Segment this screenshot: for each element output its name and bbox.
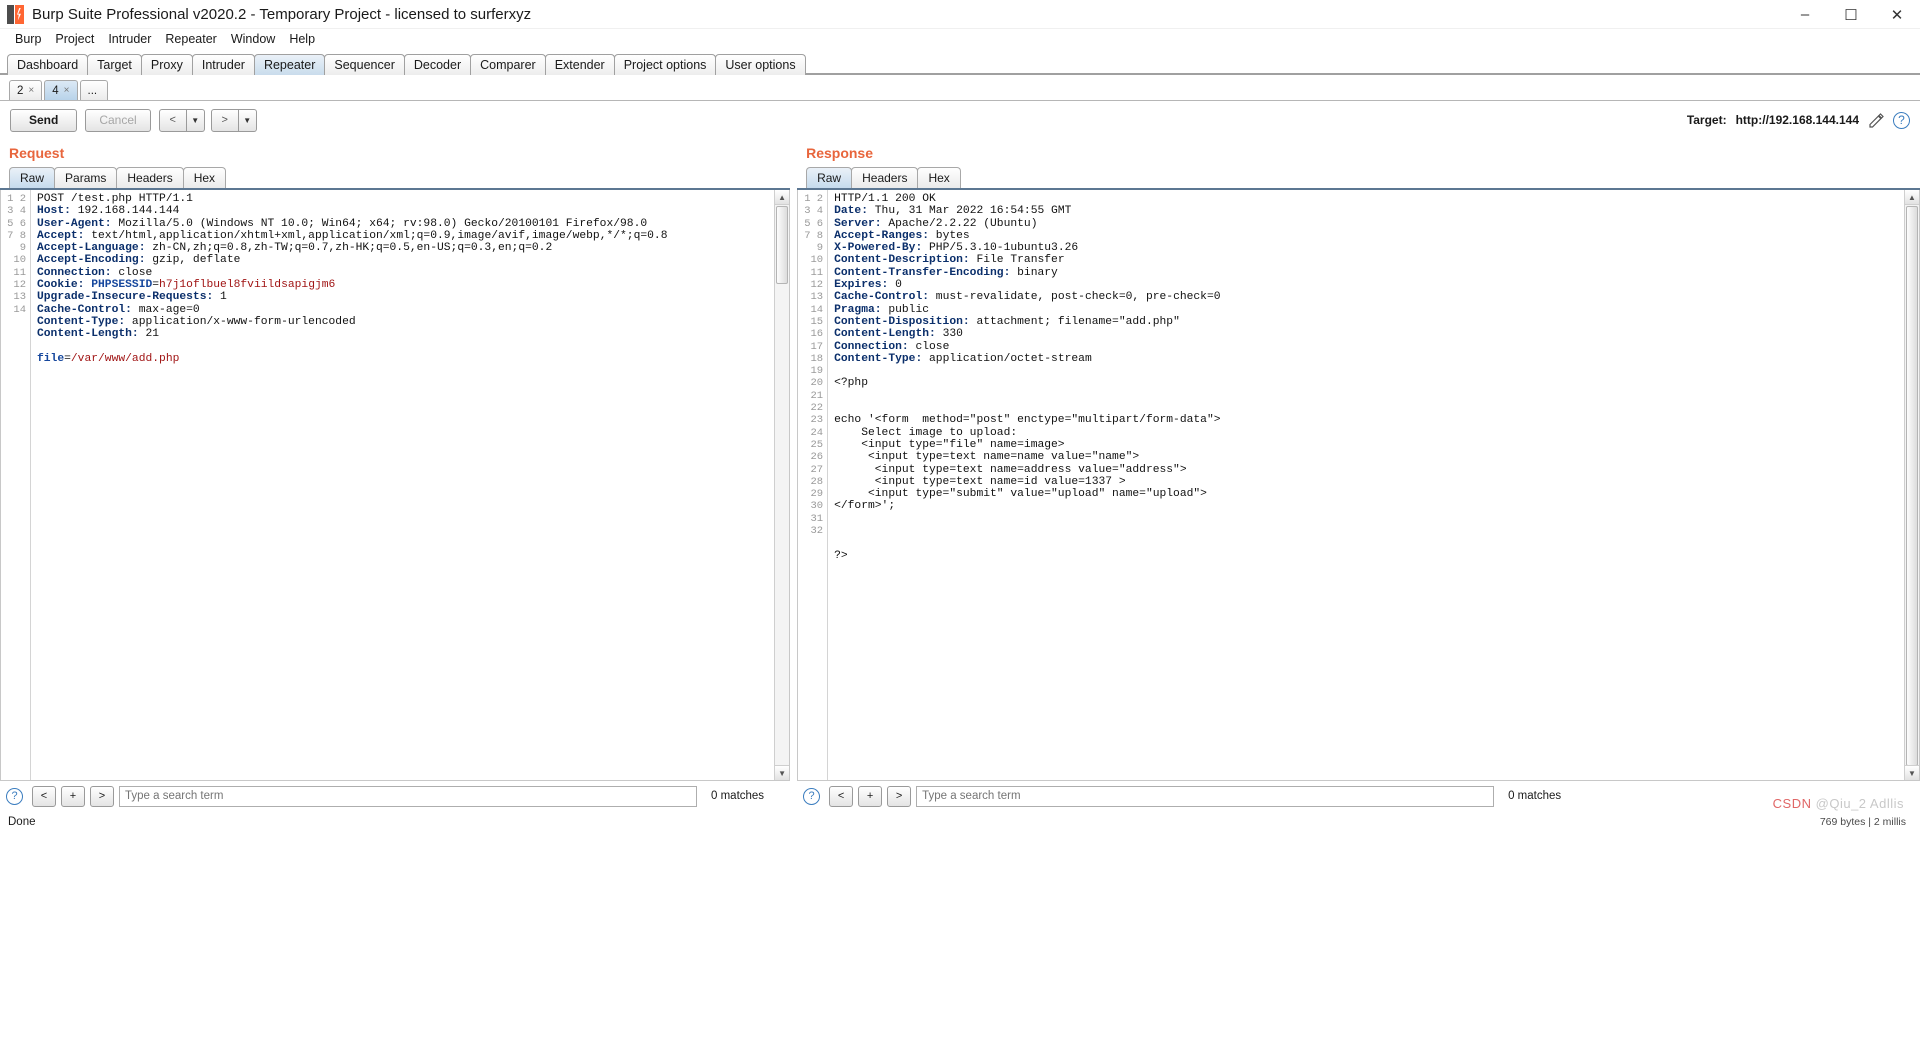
watermark-user: @Qiu_2 Adllis xyxy=(1815,796,1904,811)
menu-bar: Burp Project Intruder Repeater Window Help xyxy=(0,29,1920,50)
response-tab-headers[interactable]: Headers xyxy=(851,167,919,188)
response-tab-raw[interactable]: Raw xyxy=(806,167,853,188)
response-match-count: 0 matches xyxy=(1508,790,1562,802)
menu-item-project[interactable]: Project xyxy=(48,29,101,50)
bytes-indicator: 769 bytes | 2 millis xyxy=(1819,816,1906,828)
response-tab-bar: Raw Headers Hex xyxy=(797,166,1920,190)
tab-extender[interactable]: Extender xyxy=(544,54,615,75)
tab-repeater[interactable]: Repeater xyxy=(253,54,326,75)
history-forward-button[interactable]: > xyxy=(210,108,239,132)
request-line-numbers: 1 2 3 4 5 6 7 8 9 10 11 12 13 14 xyxy=(1,190,31,780)
scroll-up-icon-2[interactable]: ▲ xyxy=(1905,190,1919,205)
response-title: Response xyxy=(806,145,874,161)
repeater-tab-label: 4 xyxy=(52,84,59,97)
watermark-csdn: CSDN xyxy=(1772,796,1812,811)
window-controls: – ☐ ✕ xyxy=(1782,0,1920,29)
response-search-add-button[interactable]: + xyxy=(858,785,883,807)
tab-comparer[interactable]: Comparer xyxy=(470,54,546,75)
repeater-tab-label: 2 xyxy=(17,84,24,97)
tab-target[interactable]: Target xyxy=(87,54,142,75)
response-search-help-icon[interactable]: ? xyxy=(803,787,821,805)
request-tab-headers[interactable]: Headers xyxy=(116,167,184,188)
scroll-down-icon-2[interactable]: ▼ xyxy=(1905,765,1919,780)
repeater-tab-4[interactable]: 4 × xyxy=(44,80,78,100)
response-line-numbers: 1 2 3 4 5 6 7 8 9 10 11 12 13 14 15 16 1… xyxy=(798,190,829,780)
target-label: Target: xyxy=(1686,113,1727,127)
scroll-up-icon[interactable]: ▲ xyxy=(775,190,790,205)
close-icon[interactable]: × xyxy=(28,85,34,96)
request-search-prev-button[interactable]: < xyxy=(32,785,56,807)
cancel-button: Cancel xyxy=(85,108,151,132)
scroll-thumb[interactable] xyxy=(776,206,789,284)
history-back-button[interactable]: < xyxy=(158,108,187,132)
repeater-tab-label: ... xyxy=(87,84,98,97)
maximize-button[interactable]: ☐ xyxy=(1828,0,1874,29)
tab-user-options[interactable]: User options xyxy=(715,54,806,75)
tab-decoder[interactable]: Decoder xyxy=(403,54,472,75)
request-tab-params[interactable]: Params xyxy=(54,167,118,188)
edit-pencil-icon[interactable] xyxy=(1868,112,1884,128)
tab-proxy[interactable]: Proxy xyxy=(140,54,193,75)
response-content[interactable]: HTTP/1.1 200 OK Date: Thu, 31 Mar 2022 1… xyxy=(828,190,1919,780)
menu-item-intruder[interactable]: Intruder xyxy=(101,29,158,50)
repeater-panes: Request Raw Params Headers Hex 1 2 3 4 5 6 … xyxy=(0,139,1920,811)
status-bar: Done 769 bytes | 2 millis CSDN @Qiu_2 Ad… xyxy=(0,796,1920,833)
target-url: http://192.168.144.144 xyxy=(1735,113,1859,127)
request-search-add-button[interactable]: + xyxy=(61,785,85,807)
tab-dashboard[interactable]: Dashboard xyxy=(7,54,89,75)
response-search-next-button[interactable]: > xyxy=(887,785,912,807)
request-scrollbar[interactable]: ▲ ▼ xyxy=(774,190,790,780)
request-content[interactable]: POST /test.php HTTP/1.1 Host: 192.168.14… xyxy=(31,190,789,780)
response-search-prev-button[interactable]: < xyxy=(829,785,854,807)
tab-intruder[interactable]: Intruder xyxy=(191,54,255,75)
response-scrollbar[interactable]: ▲ ▼ xyxy=(1904,190,1919,780)
scroll-down-icon[interactable]: ▼ xyxy=(775,765,790,780)
request-search-bar: ? < + > 0 matches xyxy=(0,781,790,811)
menu-item-window[interactable]: Window xyxy=(224,29,282,50)
pane-divider[interactable] xyxy=(790,139,798,811)
repeater-toolbar: Send Cancel < ▼ > ▼ Target: http://192.1… xyxy=(0,101,1920,139)
tab-sequencer[interactable]: Sequencer xyxy=(324,54,405,75)
menu-item-burp[interactable]: Burp xyxy=(8,29,48,50)
repeater-tab-2[interactable]: 2 × xyxy=(9,80,43,100)
scroll-thumb-2[interactable] xyxy=(1906,206,1918,766)
window-title: Burp Suite Professional v2020.2 - Tempor… xyxy=(32,5,532,23)
request-match-count: 0 matches xyxy=(711,790,765,802)
response-editor[interactable]: 1 2 3 4 5 6 7 8 9 10 11 12 13 14 15 16 1… xyxy=(797,190,1920,781)
request-title: Request xyxy=(9,145,65,161)
send-button[interactable]: Send xyxy=(10,108,78,132)
request-tab-bar: Raw Params Headers Hex xyxy=(0,166,791,190)
request-search-input[interactable] xyxy=(119,785,697,807)
request-tab-hex[interactable]: Hex xyxy=(182,167,227,188)
request-search-help-icon[interactable]: ? xyxy=(6,787,23,805)
main-tab-bar: Dashboard Target Proxy Intruder Repeater Sequ… xyxy=(0,50,1920,75)
response-search-input[interactable] xyxy=(916,785,1495,807)
menu-item-repeater[interactable]: Repeater xyxy=(158,29,223,50)
menu-item-help[interactable]: Help xyxy=(282,29,322,50)
response-search-bar: ? < + > 0 matches xyxy=(797,781,1920,811)
request-tab-raw[interactable]: Raw xyxy=(9,167,56,188)
minimize-button[interactable]: – xyxy=(1782,0,1828,29)
close-button[interactable]: ✕ xyxy=(1874,0,1920,29)
help-icon[interactable]: ? xyxy=(1893,111,1910,129)
response-tab-hex[interactable]: Hex xyxy=(917,167,961,188)
burp-logo-icon xyxy=(7,4,24,24)
status-text: Done xyxy=(8,816,36,828)
history-forward-split-button[interactable]: > ▼ xyxy=(210,108,257,132)
chevron-down-icon-2[interactable]: ▼ xyxy=(238,108,257,132)
target-area: Target: http://192.168.144.144 ? xyxy=(1687,101,1910,139)
tab-project-options[interactable]: Project options xyxy=(613,54,717,75)
request-pane: Request Raw Params Headers Hex 1 2 3 4 5 6 … xyxy=(0,139,791,811)
close-icon[interactable]: × xyxy=(64,85,70,96)
request-editor[interactable]: 1 2 3 4 5 6 7 8 9 10 11 12 13 14 POST /t… xyxy=(0,190,791,781)
repeater-tab-bar: 2 × 4 ×... xyxy=(0,75,1920,101)
repeater-tab-moremoremore[interactable]: ... xyxy=(79,80,108,100)
history-back-split-button[interactable]: < ▼ xyxy=(158,108,205,132)
chevron-down-icon[interactable]: ▼ xyxy=(186,108,205,132)
window-titlebar: Burp Suite Professional v2020.2 - Tempor… xyxy=(0,0,1920,29)
response-pane: Response Raw Headers Hex 1 2 3 4 5 6 7 8 9… xyxy=(797,139,1920,811)
request-search-next-button[interactable]: > xyxy=(90,785,114,807)
watermark: CSDN @Qiu_2 Adllis xyxy=(1773,796,1904,811)
